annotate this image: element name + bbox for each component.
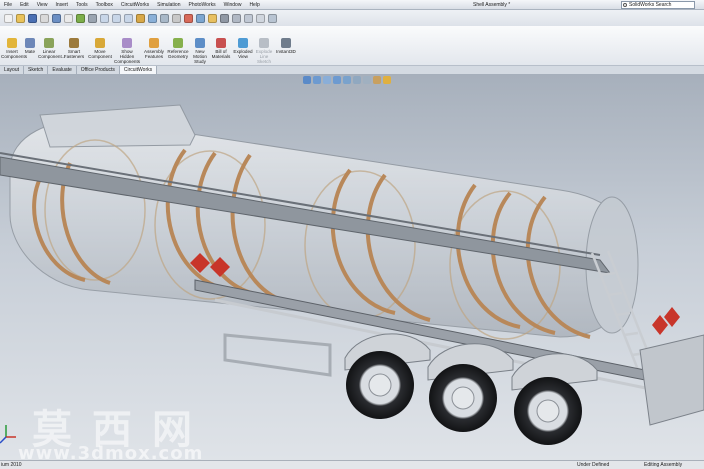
title-bar: File Edit View Insert Tools Toolbox Circ… [0, 0, 704, 10]
new-motion-study-button[interactable]: New Motion Study [192, 38, 208, 64]
exploded-view-button[interactable]: Exploded View [233, 38, 253, 59]
explode-line-sketch-button[interactable]: Explode Line Sketch [254, 38, 274, 64]
display-style-icon[interactable] [159, 13, 169, 23]
tab-layout[interactable]: Layout [0, 66, 25, 74]
shadows-icon[interactable] [219, 13, 229, 23]
menu-item-circuitworks[interactable]: CircuitWorks [117, 0, 153, 10]
rebuild-icon[interactable] [75, 13, 85, 23]
ambient-occlusion-icon[interactable] [231, 13, 241, 23]
search-icon [623, 3, 627, 7]
save-icon[interactable] [27, 13, 37, 23]
show-hidden-components-button[interactable]: Show Hidden Components [114, 38, 140, 64]
triad-axis-indicator [0, 425, 16, 444]
section-view-icon[interactable] [135, 13, 145, 23]
reference-geometry-button[interactable]: Reference Geometry [166, 38, 190, 59]
menu-item-tools[interactable]: Tools [72, 0, 92, 10]
bill-of-materials-button[interactable]: Bill of Materials [210, 38, 232, 59]
previous-view-icon[interactable] [123, 13, 133, 23]
open-icon[interactable] [15, 13, 25, 23]
menu-item-window[interactable]: Window [220, 0, 246, 10]
menu-item-toolbox[interactable]: Toolbox [92, 0, 117, 10]
print-icon[interactable] [39, 13, 49, 23]
tab-circuitworks[interactable]: CircuitWorks [119, 66, 158, 74]
new-icon[interactable] [3, 13, 13, 23]
status-sketch-state: Under Defined [577, 462, 610, 468]
menu-item-photoworks[interactable]: PhotoWorks [184, 0, 219, 10]
menu-item-help[interactable]: Help [245, 0, 263, 10]
view-orientation-icon[interactable] [147, 13, 157, 23]
insert-components-button[interactable]: Insert Components [1, 38, 27, 59]
scene-icon[interactable] [195, 13, 205, 23]
insert-components-icon [7, 38, 17, 48]
appearance-icon[interactable] [183, 13, 193, 23]
grid-icon[interactable] [255, 13, 265, 23]
tab-sketch[interactable]: Sketch [24, 66, 49, 74]
zoom-fit-icon[interactable] [99, 13, 109, 23]
command-manager: Insert Components Mate Linear Component.… [0, 26, 704, 66]
search-input[interactable]: SolidWorks Search [621, 1, 695, 9]
undo-icon[interactable] [51, 13, 61, 23]
linear-component-button[interactable]: Linear Component... [38, 38, 66, 59]
assembly-features-icon [149, 38, 159, 48]
status-product: ium 2010 [1, 462, 22, 468]
motion-study-icon [195, 38, 205, 48]
status-bar: ium 2010 Under Defined Editing Assembly [0, 460, 704, 469]
standard-toolbar [0, 10, 704, 26]
smart-fasteners-button[interactable]: Smart Fasteners [62, 38, 86, 59]
menu-item-edit[interactable]: Edit [16, 0, 33, 10]
options-icon[interactable] [87, 13, 97, 23]
linear-pattern-icon [44, 38, 54, 48]
document-title: Shell Assembly * [473, 2, 511, 8]
hide-show-icon[interactable] [171, 13, 181, 23]
menu-item-view[interactable]: View [33, 0, 52, 10]
menu-item-simulation[interactable]: Simulation [153, 0, 184, 10]
fastener-icon [69, 38, 79, 48]
mate-button[interactable]: Mate [24, 38, 36, 54]
instant3d-icon [281, 38, 291, 48]
search-placeholder: SolidWorks Search [629, 2, 672, 8]
realview-icon[interactable] [207, 13, 217, 23]
mate-icon [25, 38, 35, 48]
reference-geometry-icon [173, 38, 183, 48]
assembly-features-button[interactable]: Assembly Features [142, 38, 166, 59]
instant3d-button[interactable]: Instant3D [275, 38, 297, 54]
layers-icon[interactable] [243, 13, 253, 23]
explode-line-icon [259, 38, 269, 48]
tile-icon[interactable] [267, 13, 277, 23]
menu-bar: File Edit View Insert Tools Toolbox Circ… [0, 0, 264, 10]
select-icon[interactable] [63, 13, 73, 23]
zoom-area-icon[interactable] [111, 13, 121, 23]
menu-item-file[interactable]: File [0, 0, 16, 10]
move-icon [95, 38, 105, 48]
command-manager-tabs: Layout Sketch Evaluate Office Products C… [0, 66, 704, 75]
tab-evaluate[interactable]: Evaluate [48, 66, 77, 74]
show-hidden-icon [122, 38, 132, 48]
status-editing-mode: Editing Assembly [644, 462, 683, 468]
bom-icon [216, 38, 226, 48]
exploded-view-icon [238, 38, 248, 48]
menu-item-insert[interactable]: Insert [51, 0, 72, 10]
tab-office-products[interactable]: Office Products [77, 66, 120, 74]
move-component-button[interactable]: Move Component [88, 38, 112, 59]
